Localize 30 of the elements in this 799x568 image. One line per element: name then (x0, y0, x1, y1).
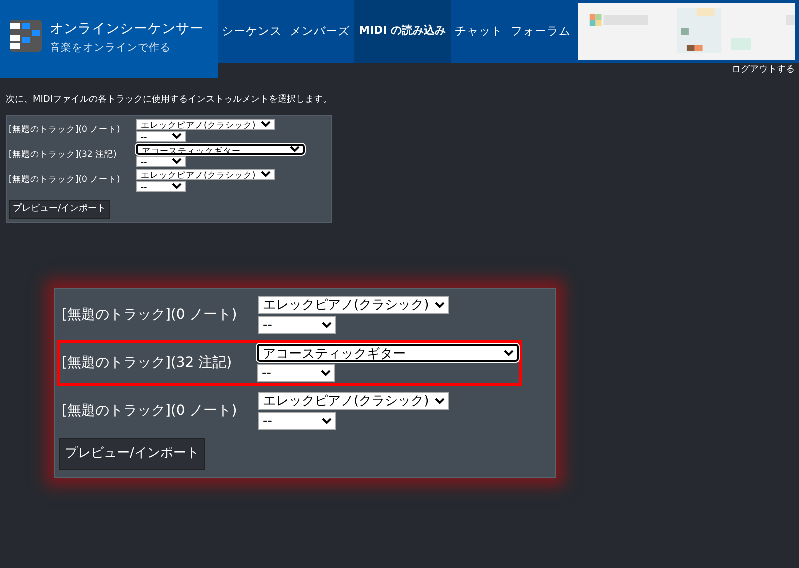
app-logo (10, 20, 42, 52)
instrument-select[interactable]: エレックピアノ(クラシック) (136, 118, 275, 130)
nav-tab[interactable]: フォーラム (507, 0, 576, 63)
nav-tab[interactable]: チャット (451, 0, 508, 63)
instruction-text: 次に、MIDIファイルの各トラックに使用するインストゥルメントを選択します。 (6, 94, 334, 107)
nav-tab[interactable]: シーケンス (218, 0, 286, 63)
app-title: オンラインシーケンサー (50, 20, 204, 38)
logout-link[interactable]: ログアウトする (732, 64, 795, 78)
option-select[interactable]: -- (136, 156, 186, 166)
app-subtitle: 音楽をオンラインで作る (50, 41, 172, 56)
instrument-select[interactable]: アコースティックギター (136, 144, 305, 154)
nav-tab[interactable]: メンバーズ (286, 0, 354, 63)
nav-tab[interactable]: MIDI の読み込み (354, 0, 452, 63)
preview-import-button[interactable]: プレビュー/インポート (59, 438, 206, 470)
preview-import-button[interactable]: プレビュー/インポート (9, 200, 110, 219)
option-select[interactable]: -- (257, 364, 335, 382)
option-select[interactable]: -- (258, 412, 336, 430)
option-select[interactable]: -- (258, 316, 336, 334)
track-label: [無題のトラック](0 ノート) (62, 402, 238, 420)
track-label: [無題のトラック](32 注記) (62, 354, 234, 372)
track-label: [無題のトラック](0 ノート) (62, 306, 238, 324)
instrument-select[interactable]: エレックピアノ(クラシック) (136, 168, 275, 180)
track-label: [無題のトラック](0 ノート) (9, 124, 122, 136)
track-label: [無題のトラック](32 注記) (9, 148, 118, 162)
instrument-select[interactable]: エレックピアノ(クラシック) (258, 296, 449, 314)
track-label: [無題のトラック](0 ノート) (9, 174, 122, 186)
instrument-select[interactable]: アコースティックギター (257, 344, 519, 362)
option-select[interactable]: -- (136, 130, 186, 142)
instrument-select[interactable]: エレックピアノ(クラシック) (258, 392, 449, 410)
option-select[interactable]: -- (136, 180, 186, 192)
